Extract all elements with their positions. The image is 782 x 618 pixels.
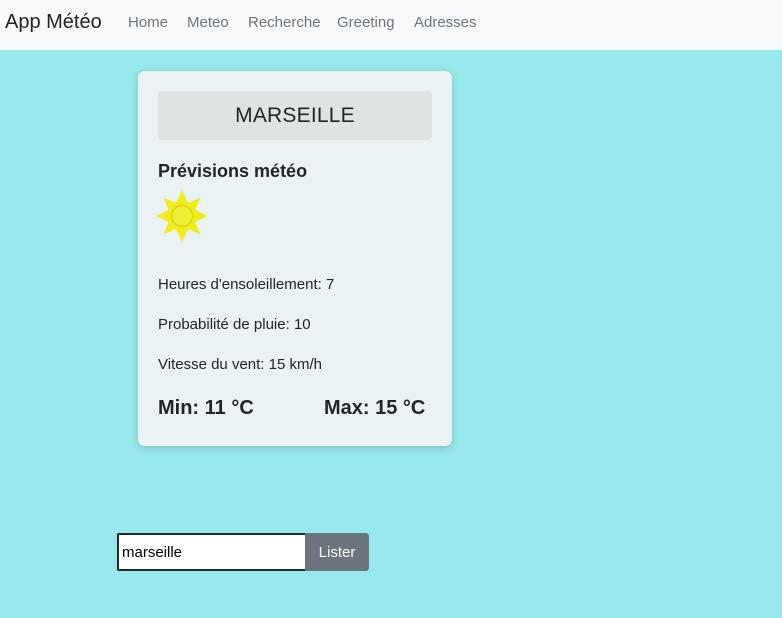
nav-link-greeting[interactable]: Greeting — [337, 14, 395, 31]
brand-link[interactable]: App Météo — [5, 11, 102, 34]
weather-card: MARSEILLE Prévisions météo Heures d'enso… — [138, 71, 452, 446]
rain-value: 10 — [293, 316, 311, 333]
sunshine-hours: Heures d'ensoleillement: 7 — [158, 276, 334, 293]
wind-speed: Vitesse du vent: 15 km/h — [158, 356, 322, 373]
rain-label: Probabilité de pluie: — [158, 316, 294, 333]
sunshine-label: Heures d'ensoleillement: — [158, 276, 326, 293]
temperature-max: Max: 15 °C — [324, 397, 426, 419]
forecast-title: Prévisions météo — [158, 161, 308, 181]
temperature-min: Min: 11 °C — [158, 397, 254, 419]
city-name: MARSEILLE — [158, 91, 432, 140]
rain-probability: Probabilité de pluie: 10 — [158, 316, 311, 333]
sunshine-value: 7 — [325, 276, 335, 293]
navbar: App Météo Home Meteo Recherche Greeting … — [0, 0, 782, 50]
nav-link-recherche[interactable]: Recherche — [248, 14, 321, 31]
nav-link-adresses[interactable]: Adresses — [414, 14, 477, 31]
wind-value: 15 km/h — [268, 356, 322, 373]
city-search-input[interactable] — [117, 533, 305, 571]
list-button[interactable]: Lister — [305, 533, 369, 571]
nav-link-meteo[interactable]: Meteo — [187, 14, 229, 31]
sun-icon — [156, 190, 208, 242]
nav-link-home[interactable]: Home — [128, 14, 168, 31]
wind-label: Vitesse du vent: — [158, 356, 269, 373]
